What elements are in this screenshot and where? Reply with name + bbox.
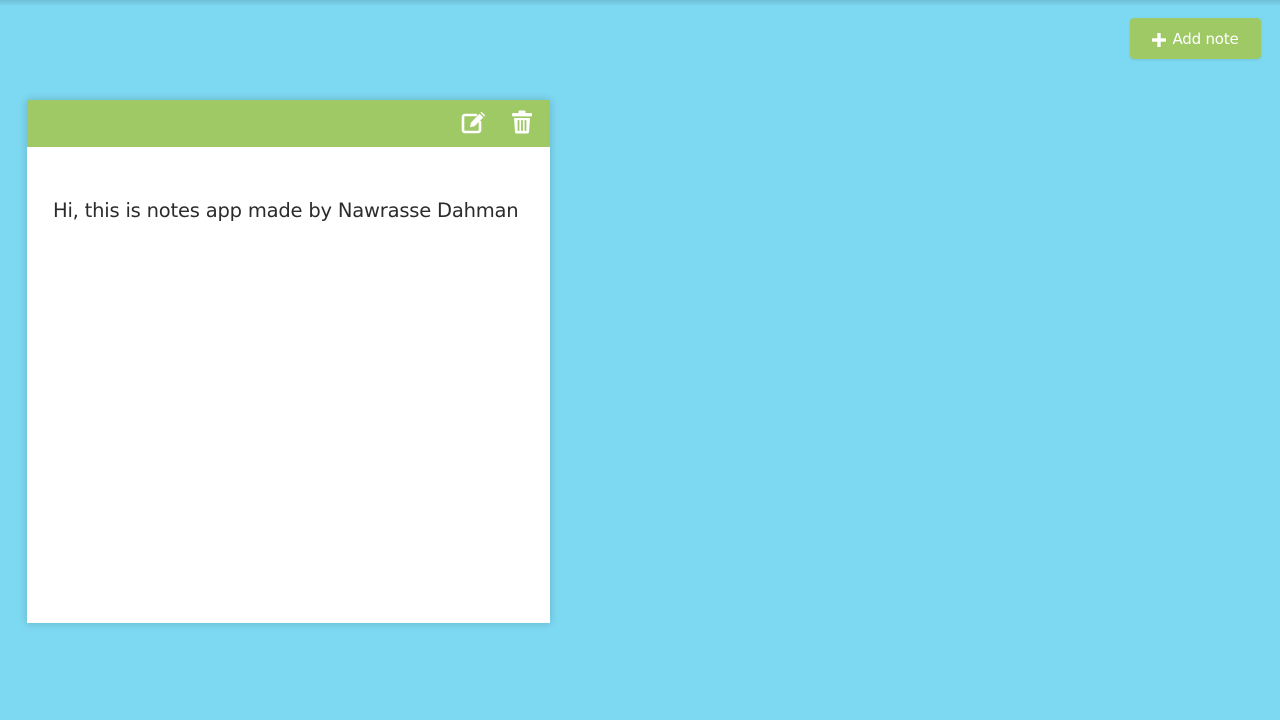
add-note-label: Add note [1172, 29, 1239, 48]
edit-icon [461, 110, 487, 138]
delete-note-button[interactable] [509, 110, 535, 138]
note-card: Hi, this is notes app made by Nawrasse D… [27, 100, 550, 623]
note-toolbar [27, 100, 550, 147]
note-text[interactable]: Hi, this is notes app made by Nawrasse D… [53, 195, 523, 226]
top-edge-shadow [0, 0, 1280, 6]
add-note-button[interactable]: Add note [1130, 18, 1261, 59]
trash-icon [511, 110, 533, 138]
plus-icon [1152, 32, 1167, 47]
edit-note-button[interactable] [461, 111, 487, 137]
